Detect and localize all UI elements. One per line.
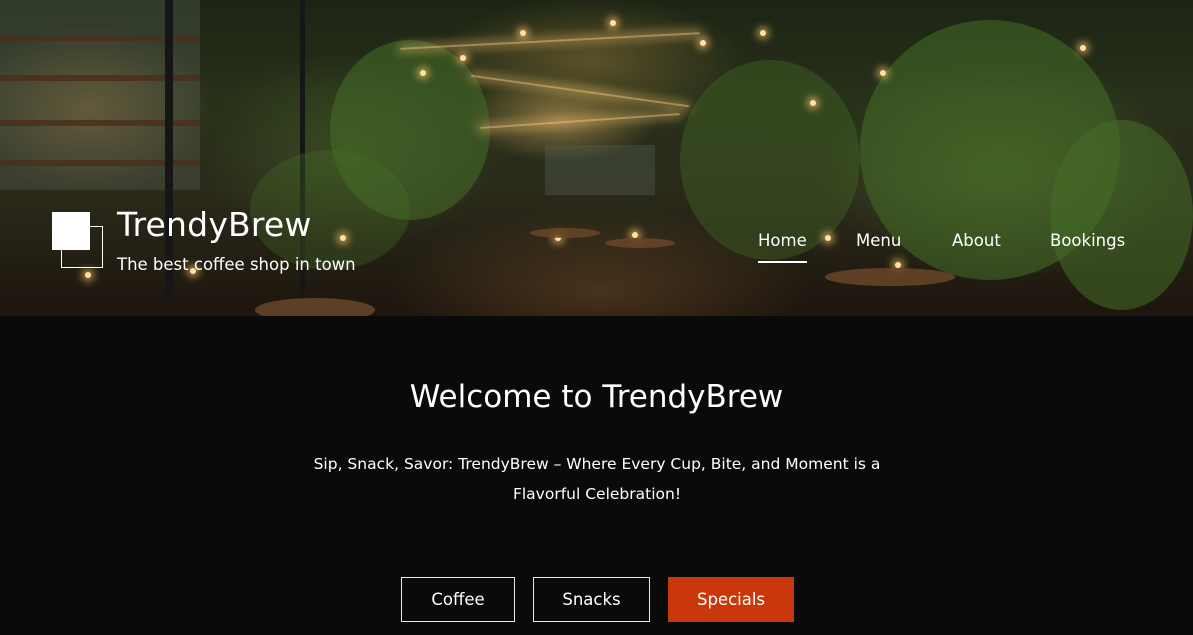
welcome-heading: Welcome to TrendyBrew: [409, 379, 784, 415]
site-title[interactable]: TrendyBrew: [117, 205, 312, 244]
nav-item-home[interactable]: Home: [758, 231, 807, 263]
site-tagline: The best coffee shop in town: [117, 255, 356, 274]
nav-item-bookings[interactable]: Bookings: [1050, 231, 1125, 250]
specials-button[interactable]: Specials: [668, 577, 794, 622]
nav-item-menu[interactable]: Menu: [856, 231, 901, 250]
nav-item-about[interactable]: About: [952, 231, 1001, 250]
coffee-button[interactable]: Coffee: [401, 577, 515, 622]
hero-header: TrendyBrew The best coffee shop in town …: [0, 0, 1193, 316]
main-content: Welcome to TrendyBrew Sip, Snack, Savor:…: [0, 316, 1193, 635]
brand[interactable]: TrendyBrew The best coffee shop in town: [52, 205, 382, 280]
welcome-subtitle: Sip, Snack, Savor: TrendyBrew – Where Ev…: [313, 455, 881, 503]
logo-icon: [52, 212, 104, 268]
snacks-button[interactable]: Snacks: [533, 577, 650, 622]
